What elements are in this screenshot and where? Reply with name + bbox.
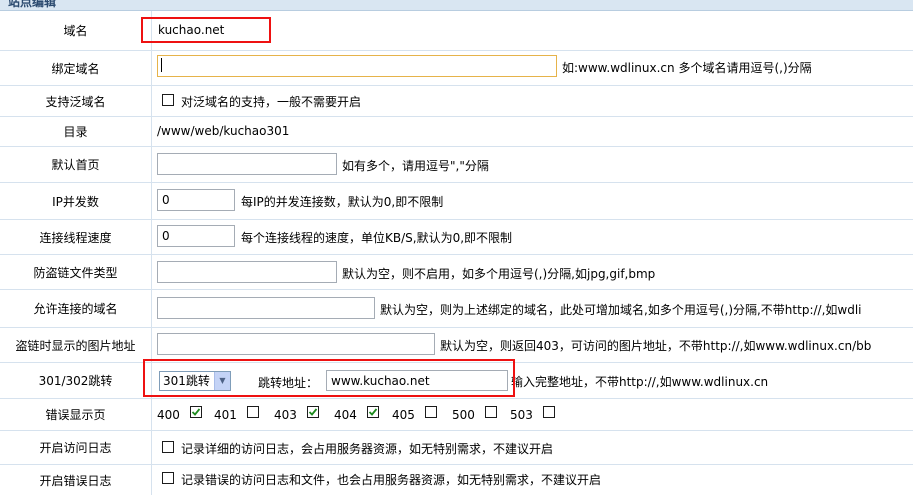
row-directory: 目录 /www/web/kuchao301	[0, 117, 913, 147]
error-log-text: 记录错误的访问日志和文件，也会占用服务器资源，如无特别需求，不建议开启	[181, 473, 602, 487]
allowed-domains-label: 允许连接的域名	[0, 290, 152, 327]
error-code-405-checkbox[interactable]	[425, 406, 437, 418]
error-code-400-label: 400	[157, 408, 180, 422]
wildcard-checkbox[interactable]	[162, 94, 174, 106]
default-index-input[interactable]	[157, 153, 337, 175]
highlight-redirect	[143, 359, 515, 397]
row-wildcard: 支持泛域名 对泛域名的支持，一般不需要开启	[0, 86, 913, 117]
ip-concurrency-input[interactable]	[157, 189, 235, 211]
directory-label: 目录	[0, 117, 152, 146]
hotlink-types-label: 防盗链文件类型	[0, 255, 152, 289]
error-code-404-label: 404	[334, 408, 357, 422]
section-header: 站点编辑	[0, 0, 913, 11]
hotlink-image-hint: 默认为空，则返回403，可访问的图片地址，不带http://,如www.wdli…	[440, 339, 872, 353]
error-code-403-label: 403	[274, 408, 297, 422]
error-code-503-label: 503	[510, 408, 533, 422]
error-code-403-checkbox[interactable]	[307, 406, 319, 418]
error-code-401-checkbox[interactable]	[247, 406, 259, 418]
row-access-log: 开启访问日志 记录详细的访问日志，会占用服务器资源，如无特别需求，不建议开启	[0, 431, 913, 465]
row-ip-concurrency: IP并发数 每IP的并发连接数，默认为0,即不限制	[0, 183, 913, 220]
row-error-pages: 错误显示页 400 401 403 404 405 500 503	[0, 399, 913, 431]
section-title: 站点编辑	[8, 0, 57, 9]
allowed-domains-input[interactable]	[157, 297, 375, 319]
hotlink-image-label: 盗链时显示的图片地址	[0, 328, 152, 362]
thread-speed-label: 连接线程速度	[0, 220, 152, 254]
ip-concurrency-label: IP并发数	[0, 183, 152, 219]
error-code-405-label: 405	[392, 408, 415, 422]
row-thread-speed: 连接线程速度 每个连接线程的速度，单位KB/S,默认为0,即不限制	[0, 220, 913, 255]
row-error-log: 开启错误日志 记录错误的访问日志和文件，也会占用服务器资源，如无特别需求，不建议…	[0, 465, 913, 495]
row-allowed-domains: 允许连接的域名 默认为空，则为上述绑定的域名，此处可增加域名,如多个用逗号(,)…	[0, 290, 913, 328]
bind-domain-hint: 如:www.wdlinux.cn 多个域名请用逗号(,)分隔	[562, 61, 812, 75]
row-hotlink-image: 盗链时显示的图片地址 默认为空，则返回403，可访问的图片地址，不带http:/…	[0, 328, 913, 363]
access-log-label: 开启访问日志	[0, 431, 152, 464]
error-code-500-label: 500	[452, 408, 475, 422]
ip-concurrency-hint: 每IP的并发连接数，默认为0,即不限制	[241, 195, 444, 209]
domain-label: 域名	[0, 11, 152, 50]
error-code-503-checkbox[interactable]	[543, 406, 555, 418]
error-pages-label: 错误显示页	[0, 399, 152, 430]
thread-speed-hint: 每个连接线程的速度，单位KB/S,默认为0,即不限制	[241, 231, 513, 245]
row-domain: 域名 kuchao.net	[0, 11, 913, 51]
highlight-domain	[141, 17, 271, 43]
error-code-400-checkbox[interactable]	[190, 406, 202, 418]
redirect-label: 301/302跳转	[0, 363, 152, 398]
hotlink-types-input[interactable]	[157, 261, 337, 283]
default-index-label: 默认首页	[0, 147, 152, 182]
error-code-404-checkbox[interactable]	[367, 406, 379, 418]
error-code-401-label: 401	[214, 408, 237, 422]
directory-value: /www/web/kuchao301	[157, 124, 290, 138]
wildcard-text: 对泛域名的支持，一般不需要开启	[181, 95, 362, 109]
allowed-domains-hint: 默认为空，则为上述绑定的域名，此处可增加域名,如多个用逗号(,)分隔,不带htt…	[380, 303, 862, 317]
error-code-500-checkbox[interactable]	[485, 406, 497, 418]
redirect-hint: 输入完整地址，不带http://,如www.wdlinux.cn	[511, 375, 769, 389]
row-default-index: 默认首页 如有多个，请用逗号","分隔	[0, 147, 913, 183]
hotlink-types-hint: 默认为空，则不启用，如多个用逗号(,)分隔,如jpg,gif,bmp	[342, 267, 656, 281]
thread-speed-input[interactable]	[157, 225, 235, 247]
default-index-hint: 如有多个，请用逗号","分隔	[342, 159, 489, 173]
error-log-checkbox[interactable]	[162, 472, 174, 484]
row-hotlink-types: 防盗链文件类型 默认为空，则不启用，如多个用逗号(,)分隔,如jpg,gif,b…	[0, 255, 913, 290]
wildcard-label: 支持泛域名	[0, 86, 152, 116]
text-cursor	[161, 58, 162, 72]
error-log-label: 开启错误日志	[0, 465, 152, 495]
bind-domain-input[interactable]	[157, 55, 557, 77]
row-bind-domain: 绑定域名 如:www.wdlinux.cn 多个域名请用逗号(,)分隔	[0, 51, 913, 86]
access-log-text: 记录详细的访问日志，会占用服务器资源，如无特别需求，不建议开启	[181, 442, 554, 456]
access-log-checkbox[interactable]	[162, 441, 174, 453]
error-codes-group: 400 401 403 404 405 500 503	[152, 399, 913, 430]
bind-domain-label: 绑定域名	[0, 51, 152, 85]
hotlink-image-input[interactable]	[157, 333, 435, 355]
